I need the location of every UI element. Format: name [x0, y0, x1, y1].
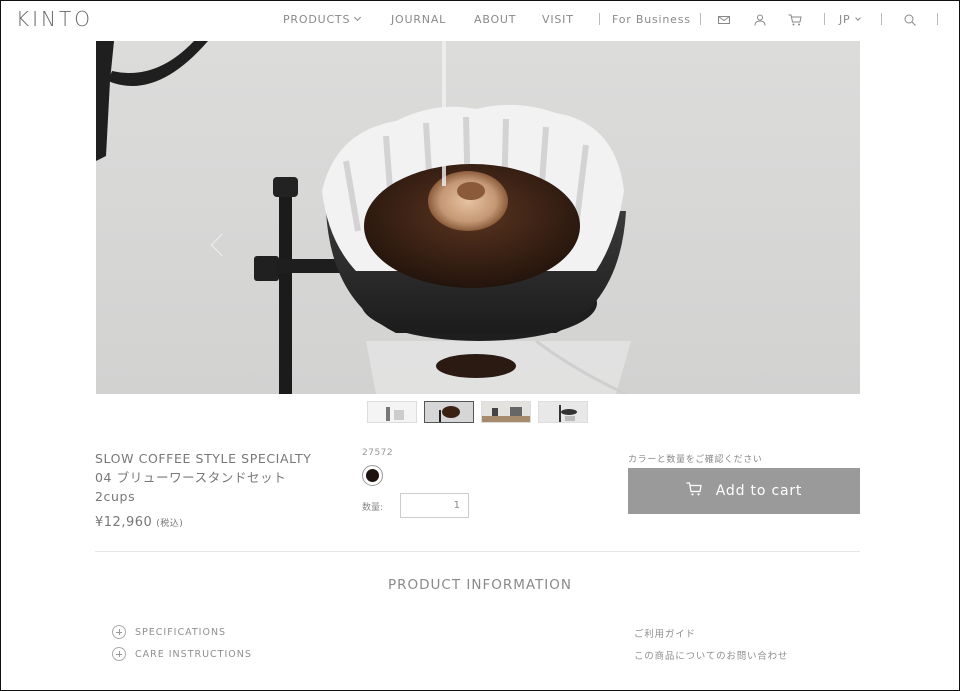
nav-for-business[interactable]: For Business	[612, 13, 691, 26]
specifications-label: SPECIFICATIONS	[135, 626, 227, 638]
product-name-line-2: 04 ブリューワースタンドセット	[95, 470, 287, 485]
product-name-line-3: 2cups	[95, 489, 136, 504]
nav-divider	[599, 13, 600, 25]
cart-confirm-note: カラーと数量をご確認ください	[628, 455, 763, 465]
price-value: ¥12,960	[95, 515, 153, 530]
search-icon[interactable]	[904, 11, 916, 30]
nav-visit[interactable]: VISIT	[542, 13, 574, 26]
thumbnail-4[interactable]	[538, 401, 588, 423]
add-to-cart-label: Add to cart	[715, 483, 803, 499]
nav-journal[interactable]: JOURNAL	[391, 13, 446, 26]
tax-label: (税込)	[156, 519, 184, 529]
chevron-down-icon	[855, 15, 862, 21]
nav-divider	[824, 13, 825, 25]
usage-guide-link[interactable]: ご利用ガイド	[634, 626, 696, 640]
chevron-down-icon	[354, 13, 362, 22]
product-name-line-1: SLOW COFFEE STYLE SPECIALTY	[95, 451, 312, 466]
quantity-input[interactable]	[400, 493, 469, 518]
thumbnail-image	[482, 407, 530, 422]
cart-icon[interactable]	[788, 11, 802, 30]
nav-products[interactable]: PRODUCTS	[283, 13, 362, 26]
cart-icon	[686, 482, 702, 500]
nav-about[interactable]: ABOUT	[474, 13, 516, 26]
product-inquiry-link[interactable]: この商品についてのお問い合わせ	[634, 648, 788, 662]
product-sku: 27572	[362, 448, 394, 458]
thumbnail-2[interactable]	[424, 401, 474, 423]
product-name: SLOW COFFEE STYLE SPECIALTY 04 ブリューワースタン…	[95, 449, 335, 506]
thumbnail-image	[439, 406, 460, 422]
section-divider	[95, 551, 860, 552]
user-icon[interactable]	[754, 11, 766, 30]
nav-divider	[700, 13, 701, 25]
thumbnail-image	[386, 407, 404, 421]
mail-icon[interactable]	[718, 11, 730, 30]
plus-circle-icon	[112, 625, 126, 639]
thumbnail-1[interactable]	[367, 401, 417, 423]
care-instructions-toggle[interactable]: CARE INSTRUCTIONS	[112, 647, 252, 661]
kinto-logo[interactable]: KINTO	[16, 7, 93, 31]
thumbnail-3[interactable]	[481, 401, 531, 423]
language-label: JP	[839, 13, 851, 26]
color-swatch-black[interactable]	[362, 465, 383, 486]
add-to-cart-button[interactable]: Add to cart	[628, 468, 860, 514]
hero-photo-illustration	[96, 41, 631, 394]
nav-divider	[937, 13, 938, 25]
quantity-label: 数量:	[362, 503, 384, 513]
product-price: ¥12,960 (税込)	[95, 515, 183, 530]
product-information-title: PRODUCT INFORMATION	[387, 577, 573, 593]
specifications-toggle[interactable]: SPECIFICATIONS	[112, 625, 226, 639]
plus-circle-icon	[112, 647, 126, 661]
nav-divider	[881, 13, 882, 25]
language-selector[interactable]: JP	[839, 13, 862, 26]
nav-products-label: PRODUCTS	[283, 13, 351, 26]
care-instructions-label: CARE INSTRUCTIONS	[135, 648, 252, 660]
thumbnail-image	[559, 405, 577, 422]
product-hero-image[interactable]	[96, 41, 860, 394]
